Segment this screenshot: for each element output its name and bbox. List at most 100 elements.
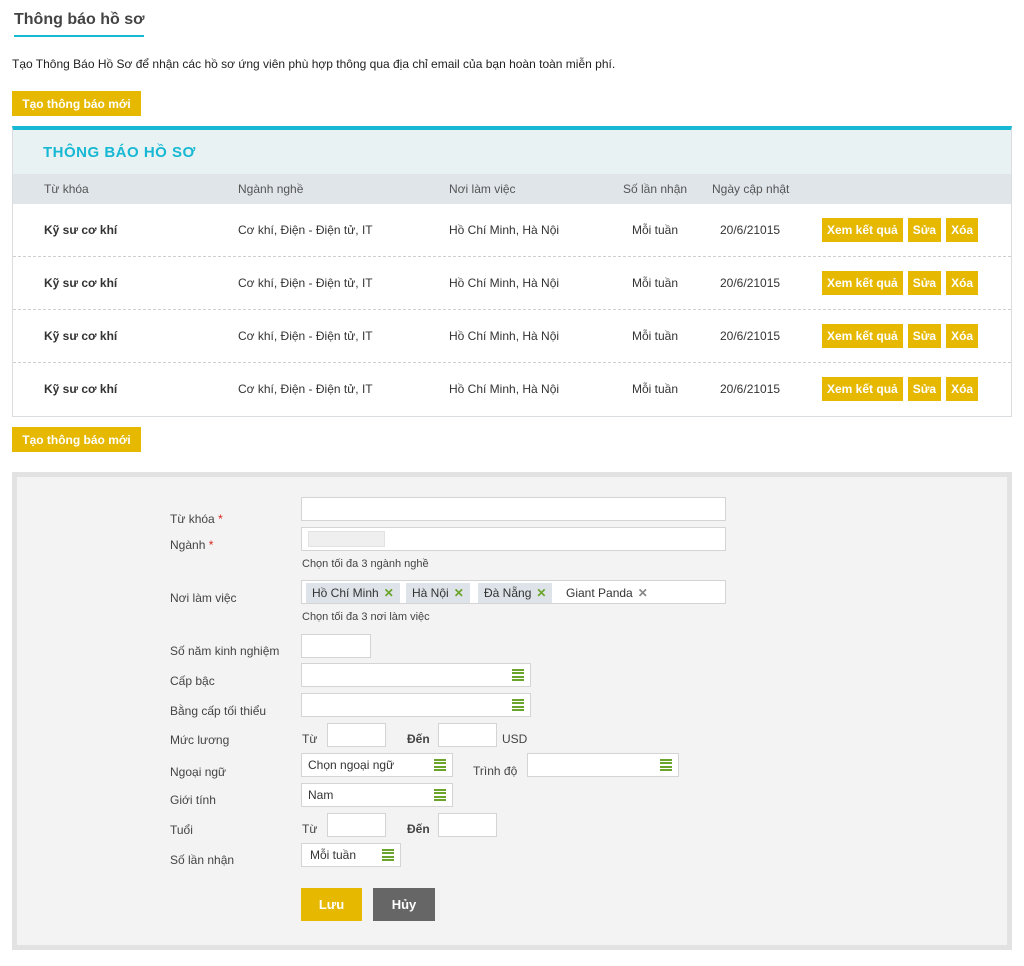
row-location: Hồ Chí Minh, Hà Nội: [449, 223, 560, 237]
experience-label: Số năm kinh nghiệm: [170, 644, 280, 658]
location-tag-1: Hà Nội ✕: [406, 583, 470, 603]
cancel-button[interactable]: Hủy: [373, 888, 435, 921]
alerts-panel: THÔNG BÁO HỒ SƠ Từ khóa Ngành nghề Nơi l…: [12, 126, 1012, 417]
view-results-button[interactable]: Xem kết quả: [822, 324, 903, 348]
list-icon: [512, 699, 524, 711]
create-alert-button-top[interactable]: Tạo thông báo mới: [12, 91, 141, 116]
industry-placeholder-chip: [308, 531, 385, 547]
industry-input[interactable]: [301, 527, 726, 551]
age-to-input[interactable]: [438, 813, 497, 837]
table-row: Kỹ sư cơ khí Cơ khí, Điện - Điện tử, IT Hồ…: [13, 257, 1011, 310]
row-actions: Xem kết quả Sửa Xóa: [822, 377, 979, 401]
language-select-value: Chọn ngoại ngữ: [308, 758, 395, 772]
location-tag-2: Đà Nẵng ✕: [478, 583, 553, 603]
location-input[interactable]: Hồ Chí Minh ✕ Hà Nội ✕ Đà Nẵng ✕ Giant Pand…: [301, 580, 726, 604]
alert-form: Từ khóa * Ngành * Chọn tối đa 3 ngành ng…: [12, 472, 1012, 950]
age-to-label: Đến: [407, 822, 430, 836]
row-frequency: Mỗi tuần: [632, 223, 679, 237]
row-frequency: Mỗi tuần: [632, 382, 679, 396]
gender-select[interactable]: Nam: [301, 783, 453, 807]
view-results-button[interactable]: Xem kết quả: [822, 218, 903, 242]
gender-select-value: Nam: [308, 788, 334, 802]
row-location: Hồ Chí Minh, Hà Nội: [449, 382, 560, 396]
salary-to-input[interactable]: [438, 723, 497, 747]
row-actions: Xem kết quả Sửa Xóa: [822, 271, 979, 295]
edit-button[interactable]: Sửa: [907, 377, 942, 401]
row-industry: Cơ khí, Điện - Điện tử, IT: [238, 276, 373, 290]
list-icon: [382, 849, 394, 861]
column-header-frequency: Số lần nhận: [623, 182, 688, 196]
language-select[interactable]: Chọn ngoại ngữ: [301, 753, 453, 777]
frequency-select-value: Mỗi tuần: [310, 848, 357, 862]
keyword-label: Từ khóa *: [170, 512, 223, 526]
salary-to-label: Đến: [407, 732, 430, 746]
column-header-keyword: Từ khóa: [44, 182, 89, 196]
proficiency-label: Trình độ: [473, 764, 518, 778]
row-actions: Xem kết quả Sửa Xóa: [822, 218, 979, 242]
row-keyword: Kỹ sư cơ khí: [44, 276, 118, 290]
column-header-updated: Ngày cập nhật: [712, 182, 790, 196]
degree-select[interactable]: [301, 693, 531, 717]
row-updated: 20/6/21015: [720, 329, 781, 343]
view-results-button[interactable]: Xem kết quả: [822, 271, 903, 295]
remove-tag-icon[interactable]: ✕: [638, 586, 648, 600]
save-button[interactable]: Lưu: [301, 888, 362, 921]
location-hint: Chọn tối đa 3 nơi làm việc: [302, 611, 430, 623]
industry-label: Ngành *: [170, 538, 214, 552]
level-select[interactable]: [301, 663, 531, 687]
alerts-table-body: Kỹ sư cơ khí Cơ khí, Điện - Điện tử, IT Hồ…: [13, 204, 1011, 416]
location-tag-0: Hồ Chí Minh ✕: [306, 583, 400, 603]
row-updated: 20/6/21015: [720, 223, 781, 237]
view-results-button[interactable]: Xem kết quả: [822, 377, 903, 401]
create-alert-button-bottom[interactable]: Tạo thông báo mới: [12, 427, 141, 452]
alerts-table-header: Từ khóa Ngành nghề Nơi làm việc Số lần n…: [13, 174, 1011, 204]
delete-button[interactable]: Xóa: [946, 324, 979, 348]
salary-from-input[interactable]: [327, 723, 386, 747]
table-row: Kỹ sư cơ khí Cơ khí, Điện - Điện tử, IT Hồ…: [13, 204, 1011, 257]
industry-hint: Chọn tối đa 3 ngành nghề: [302, 558, 429, 570]
row-location: Hồ Chí Minh, Hà Nội: [449, 329, 560, 343]
remove-tag-icon[interactable]: ✕: [536, 586, 546, 600]
edit-button[interactable]: Sửa: [907, 271, 942, 295]
salary-label: Mức lương: [170, 733, 230, 747]
list-icon: [512, 669, 524, 681]
alerts-panel-title: THÔNG BÁO HỒ SƠ: [43, 143, 196, 161]
gender-label: Giới tính: [170, 793, 216, 807]
salary-currency: USD: [502, 732, 528, 746]
keyword-input[interactable]: [301, 497, 726, 521]
age-from-input[interactable]: [327, 813, 386, 837]
proficiency-select[interactable]: [527, 753, 679, 777]
row-updated: 20/6/21015: [720, 382, 781, 396]
table-row: Kỹ sư cơ khí Cơ khí, Điện - Điện tử, IT Hồ…: [13, 363, 1011, 416]
table-row: Kỹ sư cơ khí Cơ khí, Điện - Điện tử, IT Hồ…: [13, 310, 1011, 363]
row-frequency: Mỗi tuần: [632, 276, 679, 290]
language-label: Ngoại ngữ: [170, 765, 227, 779]
delete-button[interactable]: Xóa: [946, 271, 979, 295]
degree-label: Bằng cấp tối thiểu: [170, 704, 267, 718]
list-icon: [434, 789, 446, 801]
row-keyword: Kỹ sư cơ khí: [44, 382, 118, 396]
list-icon: [434, 759, 446, 771]
delete-button[interactable]: Xóa: [946, 377, 979, 401]
edit-button[interactable]: Sửa: [907, 218, 942, 242]
row-location: Hồ Chí Minh, Hà Nội: [449, 276, 560, 290]
delete-button[interactable]: Xóa: [946, 218, 979, 242]
frequency-label: Số lần nhận: [170, 853, 235, 867]
row-industry: Cơ khí, Điện - Điện tử, IT: [238, 382, 373, 396]
remove-tag-icon[interactable]: ✕: [384, 586, 394, 600]
row-actions: Xem kết quả Sửa Xóa: [822, 324, 979, 348]
page-title: Thông báo hồ sơ: [14, 11, 145, 37]
remove-tag-icon[interactable]: ✕: [454, 586, 464, 600]
column-header-location: Nơi làm việc: [449, 182, 516, 196]
row-industry: Cơ khí, Điện - Điện tử, IT: [238, 329, 373, 343]
experience-input[interactable]: [301, 634, 371, 658]
location-tag-3: Giant Panda ✕: [560, 583, 654, 603]
row-keyword: Kỹ sư cơ khí: [44, 329, 118, 343]
row-frequency: Mỗi tuần: [632, 329, 679, 343]
frequency-select[interactable]: Mỗi tuần: [301, 843, 401, 867]
salary-from-label: Từ: [302, 732, 318, 746]
list-icon: [660, 759, 672, 771]
column-header-industry: Ngành nghề: [238, 182, 304, 196]
edit-button[interactable]: Sửa: [907, 324, 942, 348]
age-from-label: Từ: [302, 822, 318, 836]
